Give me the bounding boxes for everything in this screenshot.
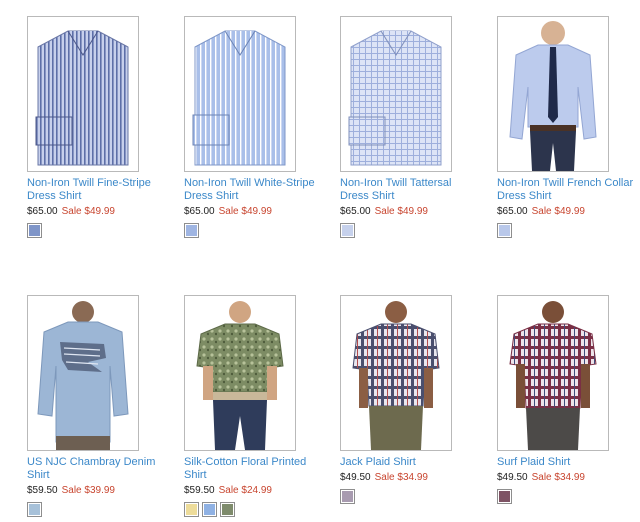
price-line: $65.00 Sale $49.99 xyxy=(497,206,637,218)
sale-price: Sale $49.99 xyxy=(374,206,428,217)
color-swatch[interactable] xyxy=(27,223,42,238)
product-card: Non-Iron Twill Tattersal Dress Shirt $65… xyxy=(340,16,480,238)
product-image[interactable] xyxy=(27,16,139,172)
regular-price: $65.00 xyxy=(27,206,58,217)
price-line: $49.50 Sale $34.99 xyxy=(497,472,637,484)
color-swatches xyxy=(27,502,167,517)
price-line: $65.00 Sale $49.99 xyxy=(340,206,480,218)
sale-price: Sale $49.99 xyxy=(218,206,272,217)
product-image[interactable] xyxy=(184,295,296,451)
sale-price: Sale $34.99 xyxy=(374,472,428,483)
regular-price: $65.00 xyxy=(340,206,371,217)
sale-price: Sale $49.99 xyxy=(531,206,585,217)
price-line: $59.50 Sale $24.99 xyxy=(184,485,324,497)
color-swatch[interactable] xyxy=(220,502,235,517)
product-card: Non-Iron Twill White-Stripe Dress Shirt … xyxy=(184,16,324,238)
product-image[interactable] xyxy=(27,295,139,451)
product-image[interactable] xyxy=(340,295,452,451)
color-swatch[interactable] xyxy=(202,502,217,517)
regular-price: $59.50 xyxy=(27,485,58,496)
sale-price: Sale $24.99 xyxy=(218,485,272,496)
price-line: $59.50 Sale $39.99 xyxy=(27,485,167,497)
product-card: Jack Plaid Shirt $49.50 Sale $34.99 xyxy=(340,295,480,504)
product-card: Non-Iron Twill French Collar Dress Shirt… xyxy=(497,16,637,238)
product-image[interactable] xyxy=(497,295,609,451)
price-line: $49.50 Sale $34.99 xyxy=(340,472,480,484)
color-swatch[interactable] xyxy=(184,502,199,517)
color-swatch[interactable] xyxy=(340,223,355,238)
product-name-link[interactable]: Surf Plaid Shirt xyxy=(497,456,637,469)
color-swatches xyxy=(184,223,324,238)
product-name-link[interactable]: Non-Iron Twill French Collar Dress Shirt xyxy=(497,177,637,203)
color-swatch[interactable] xyxy=(340,489,355,504)
sale-price: Sale $49.99 xyxy=(61,206,115,217)
color-swatch[interactable] xyxy=(27,502,42,517)
product-name-link[interactable]: US NJC Chambray Denim Shirt xyxy=(27,456,167,482)
product-name-link[interactable]: Non-Iron Twill Fine-Stripe Dress Shirt xyxy=(27,177,167,203)
color-swatch[interactable] xyxy=(497,223,512,238)
color-swatches xyxy=(340,223,480,238)
price-line: $65.00 Sale $49.99 xyxy=(184,206,324,218)
product-name-link[interactable]: Silk-Cotton Floral Printed Shirt xyxy=(184,456,324,482)
product-name-link[interactable]: Non-Iron Twill Tattersal Dress Shirt xyxy=(340,177,480,203)
color-swatch[interactable] xyxy=(497,489,512,504)
regular-price: $59.50 xyxy=(184,485,215,496)
color-swatches xyxy=(497,223,637,238)
product-image[interactable] xyxy=(184,16,296,172)
product-card: Non-Iron Twill Fine-Stripe Dress Shirt $… xyxy=(27,16,167,238)
color-swatches xyxy=(497,489,637,504)
product-card: Silk-Cotton Floral Printed Shirt $59.50 S… xyxy=(184,295,324,517)
product-image[interactable] xyxy=(340,16,452,172)
regular-price: $49.50 xyxy=(497,472,528,483)
sale-price: Sale $39.99 xyxy=(61,485,115,496)
regular-price: $65.00 xyxy=(497,206,528,217)
color-swatch[interactable] xyxy=(184,223,199,238)
regular-price: $49.50 xyxy=(340,472,371,483)
product-card: US NJC Chambray Denim Shirt $59.50 Sale $… xyxy=(27,295,167,517)
color-swatches xyxy=(184,502,324,517)
product-name-link[interactable]: Jack Plaid Shirt xyxy=(340,456,480,469)
product-image[interactable] xyxy=(497,16,609,172)
color-swatches xyxy=(27,223,167,238)
regular-price: $65.00 xyxy=(184,206,215,217)
price-line: $65.00 Sale $49.99 xyxy=(27,206,167,218)
color-swatches xyxy=(340,489,480,504)
sale-price: Sale $34.99 xyxy=(531,472,585,483)
product-card: Surf Plaid Shirt $49.50 Sale $34.99 xyxy=(497,295,637,504)
product-name-link[interactable]: Non-Iron Twill White-Stripe Dress Shirt xyxy=(184,177,324,203)
